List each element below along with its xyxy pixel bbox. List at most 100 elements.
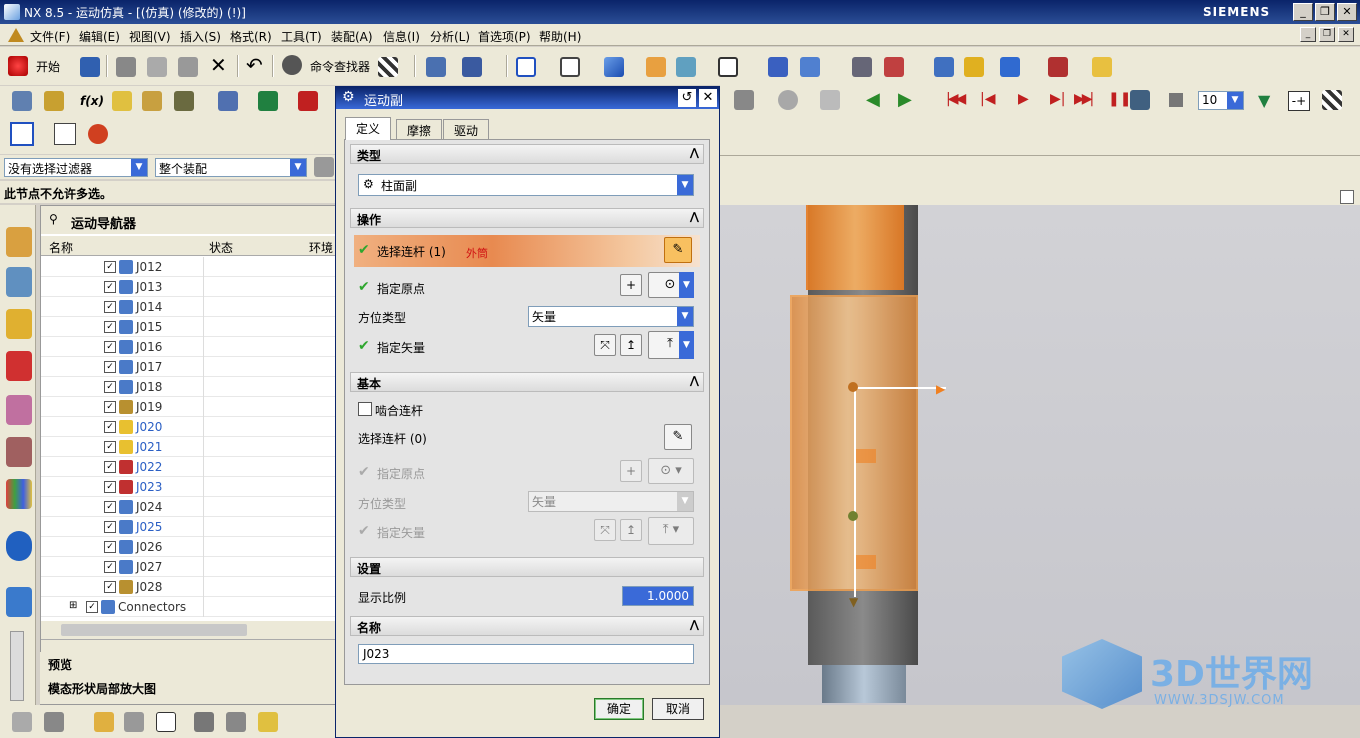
- scope-select[interactable]: 整个装配 ▼: [155, 158, 307, 177]
- joint-icon[interactable]: [142, 91, 162, 111]
- rewind-icon[interactable]: |◀◀: [946, 91, 966, 107]
- key-icon[interactable]: [964, 57, 984, 77]
- info-tab-icon[interactable]: [6, 531, 32, 561]
- navigator-row[interactable]: ✓ J021: [41, 437, 337, 457]
- navigator-hscroll[interactable]: [41, 621, 337, 639]
- environment-icon[interactable]: [12, 91, 32, 111]
- zoom-icon[interactable]: [560, 57, 580, 77]
- navigator-row[interactable]: ✓ J015: [41, 317, 337, 337]
- visibility-checkbox[interactable]: ✓: [104, 301, 116, 313]
- snap-point-icon[interactable]: [314, 157, 334, 177]
- select-link-row[interactable]: ✔ 选择连杆 (1) 外筒 ✎: [354, 235, 700, 267]
- navigator-row[interactable]: ✓ J025: [41, 517, 337, 537]
- forward-arrow-icon[interactable]: ▶: [898, 89, 912, 110]
- scroll-thumb[interactable]: [61, 624, 247, 636]
- step-forward-icon[interactable]: ▶|: [1050, 91, 1065, 107]
- cancel-button[interactable]: 取消: [652, 698, 704, 720]
- menu-edit[interactable]: 编辑(E): [79, 28, 120, 45]
- command-finder-button[interactable]: 命令查找器: [282, 55, 372, 77]
- visibility-checkbox[interactable]: ✓: [104, 561, 116, 573]
- visibility-checkbox[interactable]: ✓: [104, 501, 116, 513]
- history-tab-icon[interactable]: [6, 437, 32, 467]
- start-button[interactable]: 开始: [8, 55, 70, 77]
- column-status[interactable]: 状态: [209, 239, 233, 256]
- menu-help[interactable]: 帮助(H): [539, 28, 581, 45]
- constraint-icon[interactable]: [884, 57, 904, 77]
- visibility-checkbox[interactable]: ✓: [104, 541, 116, 553]
- tab-friction[interactable]: 摩擦: [396, 119, 443, 139]
- assembly-navigator-tab-icon[interactable]: [6, 267, 32, 297]
- ok-button[interactable]: 确定: [594, 698, 644, 720]
- expand-icon[interactable]: ⊞: [69, 600, 77, 611]
- undo-icon[interactable]: ↶: [246, 53, 263, 77]
- dialog-close-button[interactable]: ✕: [699, 89, 717, 107]
- splitter[interactable]: [41, 639, 337, 653]
- section-view-icon[interactable]: [676, 57, 696, 77]
- operation-group-header[interactable]: 操作 ⋀: [350, 208, 704, 228]
- sequence-icon[interactable]: [226, 712, 246, 732]
- tab-driver[interactable]: 驱动: [443, 119, 490, 139]
- stop-icon[interactable]: [1169, 93, 1183, 107]
- navigator-row[interactable]: ✓ J023: [41, 477, 337, 497]
- visibility-checkbox[interactable]: ✓: [104, 341, 116, 353]
- motion-wizard-icon[interactable]: [934, 57, 954, 77]
- shaded-cube-icon[interactable]: [604, 57, 624, 77]
- visibility-checkbox[interactable]: ✓: [104, 441, 116, 453]
- trace-icon[interactable]: [1048, 57, 1068, 77]
- selection-filter-select[interactable]: 没有选择过滤器 ▼: [4, 158, 148, 177]
- navigator-row[interactable]: ✓ J014: [41, 297, 337, 317]
- pin-icon[interactable]: ⚲: [49, 212, 58, 226]
- menu-tools[interactable]: 工具(T): [281, 28, 322, 45]
- info-window-icon[interactable]: [462, 57, 482, 77]
- preview-panel-header[interactable]: 预览: [48, 656, 72, 673]
- snap-link-checkbox[interactable]: [358, 402, 372, 416]
- mate-icon[interactable]: [94, 712, 114, 732]
- base-group-header[interactable]: 基本 ⋀: [350, 372, 704, 392]
- explode-icon[interactable]: [194, 712, 214, 732]
- grid-icon[interactable]: [54, 123, 76, 145]
- navigator-row[interactable]: ✓ J027: [41, 557, 337, 577]
- rendering-style-icon[interactable]: [718, 57, 738, 77]
- column-environment[interactable]: 环境: [309, 239, 333, 256]
- graphics-viewport[interactable]: ▶ ▼ 3D世界网 WWW.3DSJW.COM: [720, 205, 1360, 709]
- visibility-checkbox[interactable]: ✓: [104, 261, 116, 273]
- visibility-checkbox[interactable]: ✓: [104, 481, 116, 493]
- paste-icon[interactable]: [178, 57, 198, 77]
- force-icon[interactable]: [298, 91, 318, 111]
- close-window-button[interactable]: ✕: [1337, 3, 1357, 21]
- add-component-icon[interactable]: [44, 712, 64, 732]
- point-dialog-button[interactable]: +: [620, 274, 642, 296]
- palette-tab-icon[interactable]: [6, 479, 32, 509]
- settings-group-header[interactable]: 设置: [350, 557, 704, 577]
- navigator-row[interactable]: ✓ J018: [41, 377, 337, 397]
- frame-icon[interactable]: [10, 122, 34, 146]
- base-orient-select[interactable]: 矢量 ▼: [528, 491, 694, 512]
- marker-icon[interactable]: [112, 91, 132, 111]
- restore-icon[interactable]: [88, 124, 108, 144]
- assembly-icon[interactable]: [852, 57, 872, 77]
- reuse-library-tab-icon[interactable]: [6, 395, 32, 425]
- visibility-checkbox[interactable]: ✓: [104, 521, 116, 533]
- export-icon[interactable]: [1130, 90, 1150, 110]
- base-select-link-button[interactable]: ✎: [664, 424, 692, 450]
- doc-minimize-button[interactable]: _: [1300, 27, 1316, 42]
- visibility-checkbox[interactable]: ✓: [104, 581, 116, 593]
- menu-view[interactable]: 视图(V): [129, 28, 171, 45]
- display-scale-input[interactable]: 1.0000: [622, 586, 694, 606]
- navigator-row[interactable]: ✓ J017: [41, 357, 337, 377]
- cut-icon[interactable]: [116, 57, 136, 77]
- base-point-inference-select[interactable]: ⊙ ▾: [648, 458, 694, 484]
- navigator-row[interactable]: ✓ J024: [41, 497, 337, 517]
- back-arrow-icon[interactable]: ◀: [866, 89, 880, 110]
- navigator-row[interactable]: ⊞ ✓ Connectors: [41, 597, 337, 617]
- menu-format[interactable]: 格式(R): [230, 28, 272, 45]
- save-icon[interactable]: [80, 57, 100, 77]
- base-vector-dialog-button[interactable]: ↥: [620, 519, 642, 541]
- tab-definition[interactable]: 定义: [345, 117, 392, 140]
- show-hide-icon[interactable]: [800, 57, 820, 77]
- resource-scrollbar[interactable]: [10, 631, 24, 701]
- visibility-checkbox[interactable]: ✓: [104, 281, 116, 293]
- checkered-flag-icon[interactable]: [378, 57, 398, 77]
- constraint-navigator-tab-icon[interactable]: [6, 309, 32, 339]
- menu-assembly[interactable]: 装配(A): [331, 28, 373, 45]
